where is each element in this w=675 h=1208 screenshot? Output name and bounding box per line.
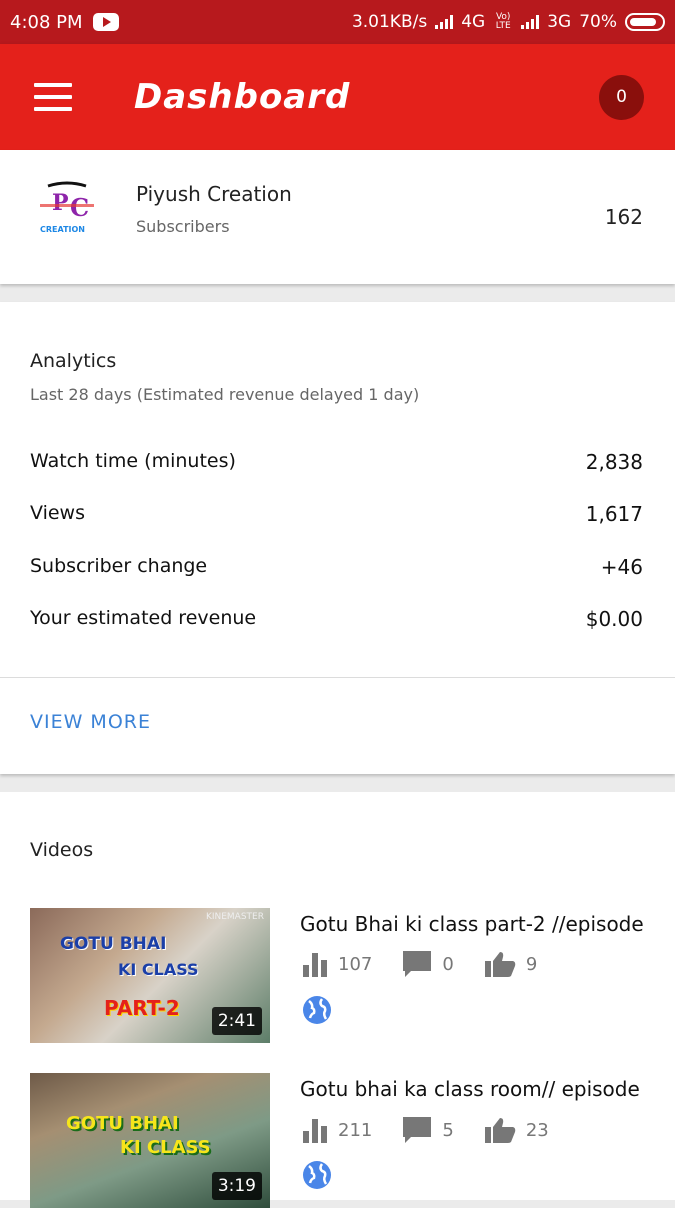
signal-icon [435,15,454,29]
views-count: 107 [338,953,373,975]
comments-count: 0 [442,953,454,975]
analytics-row-label: Watch time (minutes) [30,450,236,472]
likes-count: 9 [525,953,538,975]
analytics-row-value: 1,617 [585,502,643,526]
youtube-notification-icon [92,13,119,31]
view-more-button[interactable]: VIEW MORE [30,711,151,733]
thumbs-up-icon [484,1118,516,1143]
analytics-row-label: Views [30,502,85,524]
analytics-row-value: 2,838 [585,450,643,474]
comment-icon [403,951,432,977]
videos-title: Videos [30,839,94,861]
logo-word: CREATION [40,225,85,234]
bar-chart-icon [303,953,327,977]
likes-stat: 9 [484,950,537,978]
signal-icon-2 [521,15,540,29]
logo-letter-c: C [70,193,89,222]
analytics-row-label: Your estimated revenue [30,607,257,629]
video-title[interactable]: Gotu Bhai ki class part-2 //episode [300,912,645,936]
comments-count: 5 [442,1119,454,1141]
network-type-2: 3G [547,12,572,32]
thumbs-up-icon [484,952,516,977]
views-count: 211 [338,1119,373,1141]
video-duration: 3:19 [211,1172,262,1200]
subscribers-label: Subscribers [136,217,230,236]
page-title: Dashboard [134,77,351,117]
views-stat: 107 [302,951,372,977]
network-speed: 3.01KB/s [351,12,428,32]
battery-icon [625,13,665,31]
video-thumbnail[interactable]: KINEMASTER GOTU BHAI KI CLASS PART-2 2:4… [30,908,270,1043]
thumbnail-text: KI CLASS [118,960,199,979]
bar-chart-icon [303,1119,327,1143]
analytics-row-value: $0.00 [585,607,643,631]
video-duration: 2:41 [211,1007,262,1035]
channel-name: Piyush Creation [136,182,292,206]
likes-stat: 23 [484,1116,549,1144]
video-stats: 107 0 9 [302,950,567,978]
status-right: 3.01KB/s 4G Vo) LTE 3G 70% [352,12,665,32]
hamburger-menu-icon[interactable] [34,83,72,111]
divider [0,677,675,678]
volte-label: Vo) LTE [495,12,511,31]
status-bar: 4:08 PM 3.01KB/s 4G Vo) LTE 3G 70% [0,0,675,44]
battery-percent: 70% [579,12,617,32]
notification-badge[interactable]: 0 [599,74,644,120]
status-time: 4:08 PM [10,11,83,33]
thumbnail-text: KI CLASS [120,1137,211,1158]
public-globe-icon [303,1161,331,1189]
subscribers-count: 162 [604,205,643,229]
analytics-title: Analytics [30,350,117,372]
thumbnail-brand: KINEMASTER [205,912,264,922]
comments-stat: 0 [402,950,454,978]
comment-icon [403,1117,432,1143]
video-title[interactable]: Gotu bhai ka class room// episode [300,1077,645,1101]
video-thumbnail[interactable]: GOTU BHAI KI CLASS 3:19 [30,1073,270,1208]
video-stats: 211 5 23 [302,1116,579,1144]
thumbnail-text: GOTU BHAI [66,1113,179,1134]
likes-count: 23 [525,1119,549,1141]
analytics-subtitle: Last 28 days (Estimated revenue delayed … [30,385,420,404]
views-stat: 211 [302,1117,372,1143]
analytics-card [0,302,675,774]
logo-letter-p: P [52,190,69,216]
analytics-row-value: +46 [600,555,643,579]
app-bar: Dashboard 0 [0,44,675,150]
thumbnail-text: GOTU BHAI [60,934,167,954]
channel-card: P C CREATION [0,150,675,284]
thumbnail-text: PART-2 [104,996,180,1020]
channel-logo-icon: P C CREATION [40,181,94,234]
analytics-row-label: Subscriber change [30,555,208,577]
public-globe-icon [303,996,331,1024]
status-left: 4:08 PM [10,12,119,33]
network-type-1: 4G [461,12,486,32]
comments-stat: 5 [402,1116,454,1144]
